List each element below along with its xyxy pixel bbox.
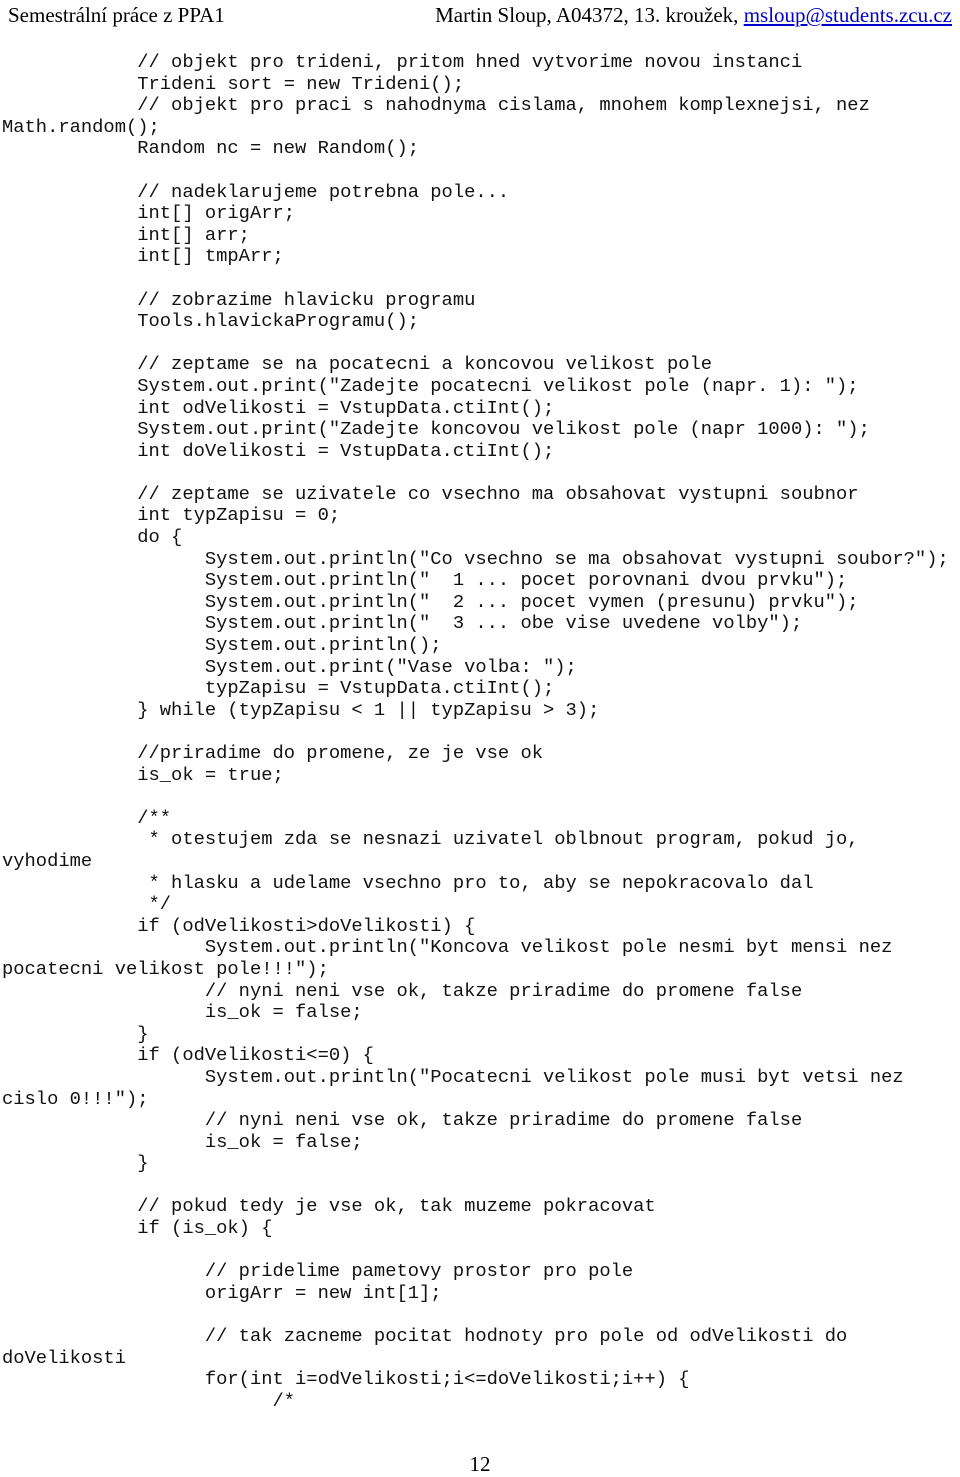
code-line: vyhodime [2, 849, 93, 872]
code-line: } while (typZapisu < 1 || typZapisu > 3)… [2, 698, 600, 721]
code-line: // pridelime pametovy prostor pro pole [2, 1260, 634, 1283]
code-line: System.out.print("Vase volba: "); [2, 655, 577, 678]
code-line: System.out.println("Co vsechno se ma obs… [2, 547, 949, 570]
code-line: * hlasku a udelame vsechno pro to, aby s… [2, 871, 814, 894]
code-line: * otestujem zda se nesnazi uzivatel oblb… [2, 828, 859, 851]
author-info: Martin Sloup, A04372, 13. kroužek, mslou… [435, 3, 952, 28]
code-line: int odVelikosti = VstupData.ctiInt(); [2, 396, 555, 419]
code-line: System.out.println(" 3 ... obe vise uved… [2, 612, 803, 635]
code-line: } [2, 1022, 149, 1045]
code-line: if (is_ok) { [2, 1217, 273, 1240]
code-line: if (odVelikosti>doVelikosti) { [2, 914, 476, 937]
code-line: /** [2, 806, 172, 829]
code-line: System.out.println(); [2, 634, 442, 657]
code-line: Math.random(); [2, 115, 160, 138]
code-line: System.out.println("Koncova velikost pol… [2, 936, 893, 959]
code-line: Trideni sort = new Trideni(); [2, 72, 465, 95]
code-line: System.out.println("Pocatecni velikost p… [2, 1065, 904, 1088]
page-number: 12 [469, 1452, 491, 1476]
code-line: // pokud tedy je vse ok, tak muzeme pokr… [2, 1195, 656, 1218]
code-line: // zeptame se na pocatecni a koncovou ve… [2, 353, 713, 376]
code-line: origArr = new int[1]; [2, 1281, 442, 1304]
code-line: // tak zacneme pocitat hodnoty pro pole … [2, 1325, 848, 1348]
code-line: */ [2, 893, 172, 916]
code-line: Tools.hlavickaProgramu(); [2, 310, 420, 333]
code-line: /* [2, 1389, 296, 1412]
code-line: is_ok = false; [2, 1001, 363, 1024]
document-title: Semestrální práce z PPA1 [8, 3, 225, 27]
code-listing: // objekt pro trideni, pritom hned vytvo… [2, 51, 960, 1412]
code-line: int[] arr; [2, 223, 250, 246]
code-line: System.out.println(" 2 ... pocet vymen (… [2, 590, 859, 613]
code-line: System.out.println(" 1 ... pocet porovna… [2, 569, 848, 592]
code-line: doVelikosti [2, 1346, 126, 1369]
code-line: System.out.print("Zadejte koncovou velik… [2, 418, 870, 441]
code-line: } [2, 1152, 149, 1175]
code-line: for(int i=odVelikosti;i<=doVelikosti;i++… [2, 1368, 690, 1391]
code-line: do { [2, 526, 183, 549]
code-line: //priradime do promene, ze je vse ok [2, 742, 543, 764]
code-line: int doVelikosti = VstupData.ctiInt(); [2, 439, 555, 462]
code-line: cislo 0!!!"); [2, 1087, 149, 1110]
code-line: // nyni neni vse ok, takze priradime do … [2, 979, 803, 1002]
code-line: // zobrazime hlavicku programu [2, 288, 476, 311]
code-line: is_ok = true; [2, 763, 284, 786]
code-line: is_ok = false; [2, 1130, 363, 1153]
author-details: Martin Sloup, A04372, 13. kroužek, [435, 3, 744, 27]
code-line: int[] tmpArr; [2, 245, 284, 268]
email-link[interactable]: msloup@students.zcu.cz [744, 3, 952, 27]
code-line: int[] origArr; [2, 202, 296, 225]
code-line: // objekt pro praci s nahodnyma cislama,… [2, 94, 870, 117]
code-line: pocatecni velikost pole!!!"); [2, 957, 329, 980]
code-line: // objekt pro trideni, pritom hned vytvo… [2, 51, 803, 73]
code-line: // zeptame se uzivatele co vsechno ma ob… [2, 482, 859, 505]
code-line: if (odVelikosti<=0) { [2, 1044, 374, 1067]
code-line: // nyni neni vse ok, takze priradime do … [2, 1109, 803, 1132]
code-line: Random nc = new Random(); [2, 137, 420, 160]
code-line: // nadeklarujeme potrebna pole... [2, 180, 510, 203]
code-line: int typZapisu = 0; [2, 504, 341, 527]
page-header: Semestrální práce z PPA1 Martin Sloup, A… [0, 0, 960, 30]
code-line: System.out.print("Zadejte pocatecni veli… [2, 374, 859, 397]
code-line: typZapisu = VstupData.ctiInt(); [2, 677, 555, 700]
